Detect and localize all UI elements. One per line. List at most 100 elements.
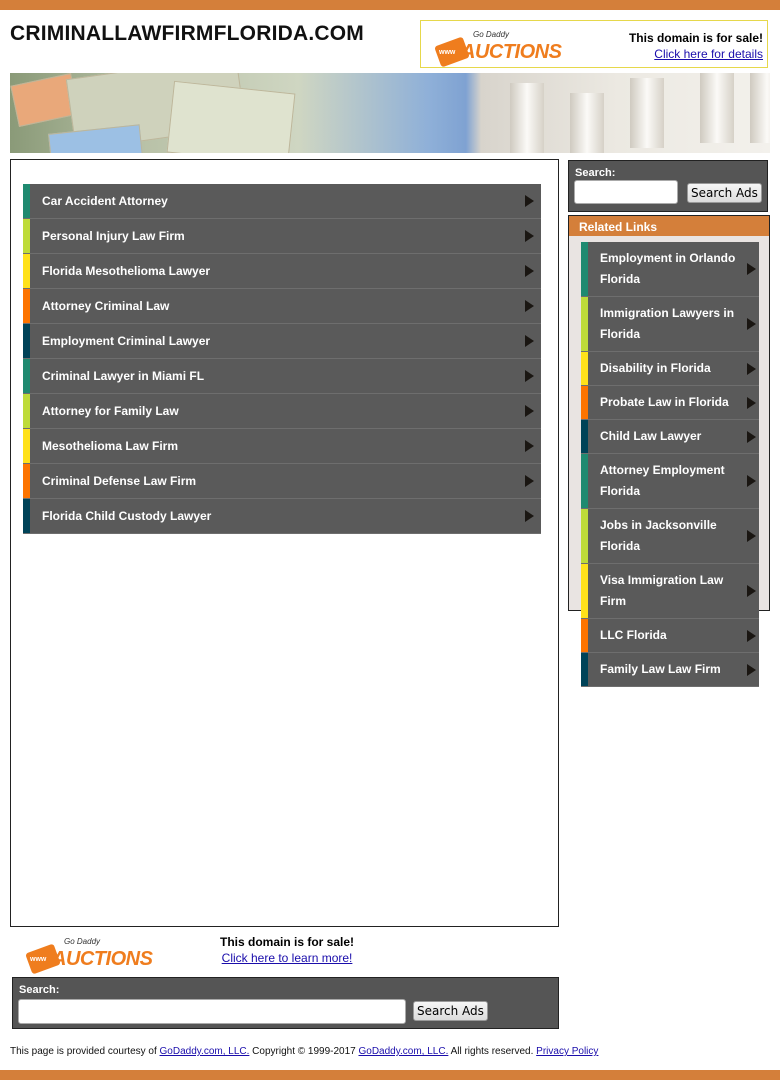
related-link-item[interactable]: Child Law Lawyer: [581, 420, 759, 454]
logo-word: AUCTIONS: [52, 948, 153, 970]
main-link-label[interactable]: Criminal Lawyer in Miami FL: [42, 369, 525, 383]
related-link-item[interactable]: Attorney Employment Florida: [581, 454, 759, 509]
related-link-label[interactable]: Disability in Florida: [600, 352, 747, 385]
play-arrow-icon: [747, 318, 756, 330]
godaddy-auctions-logo[interactable]: www Go Daddy AUCTIONS: [433, 25, 563, 68]
bottom-sale-text: This domain is for sale! Click here to l…: [220, 935, 354, 965]
footer: This page is provided courtesy of GoDadd…: [10, 1046, 598, 1057]
related-link-item[interactable]: Disability in Florida: [581, 352, 759, 386]
main-link-item[interactable]: Criminal Defense Law Firm: [23, 464, 541, 499]
related-link-label[interactable]: Probate Law in Florida: [600, 386, 747, 419]
related-link-label[interactable]: Attorney Employment Florida: [600, 454, 747, 508]
related-link-label[interactable]: Jobs in Jacksonville Florida: [600, 509, 747, 563]
related-link-item[interactable]: LLC Florida: [581, 619, 759, 653]
main-link-label[interactable]: Criminal Defense Law Firm: [42, 474, 525, 488]
logo-brand: Go Daddy: [64, 937, 101, 946]
main-link-label[interactable]: Attorney Criminal Law: [42, 299, 525, 313]
footer-privacy-link[interactable]: Privacy Policy: [536, 1046, 598, 1057]
main-link-item[interactable]: Attorney for Family Law: [23, 394, 541, 429]
main-link-label[interactable]: Personal Injury Law Firm: [42, 229, 525, 243]
main-link-label[interactable]: Florida Child Custody Lawyer: [42, 509, 525, 523]
color-stripe: [581, 653, 588, 686]
color-stripe: [581, 454, 588, 508]
play-arrow-icon: [525, 195, 534, 207]
main-link-label[interactable]: Mesothelioma Law Firm: [42, 439, 525, 453]
footer-godaddy-link-2[interactable]: GoDaddy.com, LLC.: [359, 1046, 449, 1057]
color-stripe: [23, 254, 30, 288]
footer-copyright: Copyright © 1999-2017: [249, 1046, 359, 1057]
related-link-label[interactable]: Family Law Law Firm: [600, 653, 747, 686]
color-stripe: [581, 420, 588, 453]
color-stripe: [581, 509, 588, 563]
main-link-item[interactable]: Car Accident Attorney: [23, 184, 541, 219]
play-arrow-icon: [747, 629, 756, 642]
color-stripe: [581, 242, 588, 296]
footer-text: This page is provided courtesy of: [10, 1046, 160, 1057]
main-link-label[interactable]: Florida Mesothelioma Lawyer: [42, 264, 525, 278]
play-arrow-icon: [525, 370, 534, 382]
bottom-learn-more-link[interactable]: Click here to learn more!: [220, 951, 354, 965]
bottom-search-label: Search:: [19, 984, 60, 996]
play-arrow-icon: [525, 475, 534, 487]
play-arrow-icon: [747, 362, 756, 375]
play-arrow-icon: [747, 530, 756, 542]
main-link-item[interactable]: Attorney Criminal Law: [23, 289, 541, 324]
main-link-item[interactable]: Florida Child Custody Lawyer: [23, 499, 541, 534]
color-stripe: [23, 184, 30, 218]
play-arrow-icon: [747, 585, 756, 597]
related-link-label[interactable]: Employment in Orlando Florida: [600, 242, 747, 296]
related-link-label[interactable]: Immigration Lawyers in Florida: [600, 297, 747, 351]
footer-godaddy-link[interactable]: GoDaddy.com, LLC.: [160, 1046, 250, 1057]
play-arrow-icon: [747, 430, 756, 443]
related-link-item[interactable]: Family Law Law Firm: [581, 653, 759, 687]
sidebar-search-ads-button[interactable]: Search Ads: [687, 183, 762, 203]
play-arrow-icon: [747, 663, 756, 676]
play-arrow-icon: [525, 300, 534, 312]
logo-www: www: [30, 956, 47, 963]
related-link-item[interactable]: Immigration Lawyers in Florida: [581, 297, 759, 352]
related-link-label[interactable]: Visa Immigration Law Firm: [600, 564, 747, 618]
color-stripe: [23, 289, 30, 323]
color-stripe: [23, 429, 30, 463]
related-link-item[interactable]: Jobs in Jacksonville Florida: [581, 509, 759, 564]
header-sale-text: This domain is for sale! Click here for …: [629, 31, 763, 61]
sale-headline: This domain is for sale!: [628, 31, 763, 45]
play-arrow-icon: [525, 440, 534, 452]
related-link-label[interactable]: Child Law Lawyer: [600, 420, 747, 453]
main-link-item[interactable]: Personal Injury Law Firm: [23, 219, 541, 254]
main-link-label[interactable]: Employment Criminal Lawyer: [42, 334, 525, 348]
sidebar-search-input[interactable]: [574, 180, 678, 204]
bottom-accent-bar: [0, 1070, 780, 1080]
related-link-label[interactable]: LLC Florida: [600, 619, 747, 652]
color-stripe: [23, 499, 30, 533]
sidebar-search: Search: Search Ads: [568, 160, 768, 212]
logo-brand: Go Daddy: [473, 30, 510, 39]
main-link-item[interactable]: Employment Criminal Lawyer: [23, 324, 541, 359]
main-link-label[interactable]: Attorney for Family Law: [42, 404, 525, 418]
color-stripe: [581, 352, 588, 385]
sale-details-link[interactable]: Click here for details: [629, 47, 763, 61]
play-arrow-icon: [747, 263, 756, 275]
main-link-label[interactable]: Car Accident Attorney: [42, 194, 525, 208]
main-link-list: Car Accident Attorney Personal Injury Law…: [23, 184, 541, 534]
related-link-item[interactable]: Employment in Orlando Florida: [581, 242, 759, 297]
color-stripe: [23, 359, 30, 393]
color-stripe: [581, 619, 588, 652]
header-sale-box: www Go Daddy AUCTIONS This domain is for…: [420, 20, 768, 68]
play-arrow-icon: [525, 405, 534, 417]
main-link-item[interactable]: Mesothelioma Law Firm: [23, 429, 541, 464]
related-link-item[interactable]: Visa Immigration Law Firm: [581, 564, 759, 619]
bottom-godaddy-auctions-logo[interactable]: www Go Daddy AUCTIONS: [24, 930, 154, 975]
related-link-item[interactable]: Probate Law in Florida: [581, 386, 759, 420]
bottom-search-input[interactable]: [18, 999, 406, 1024]
main-link-item[interactable]: Criminal Lawyer in Miami FL: [23, 359, 541, 394]
logo-www: www: [439, 49, 456, 56]
color-stripe: [581, 386, 588, 419]
site-title: CRIMINALLAWFIRMFLORIDA.COM: [10, 22, 364, 45]
search-label: Search:: [575, 167, 616, 179]
bottom-search-ads-button[interactable]: Search Ads: [413, 1001, 488, 1021]
color-stripe: [23, 464, 30, 498]
related-links-title: Related Links: [569, 216, 769, 236]
color-stripe: [581, 564, 588, 618]
main-link-item[interactable]: Florida Mesothelioma Lawyer: [23, 254, 541, 289]
